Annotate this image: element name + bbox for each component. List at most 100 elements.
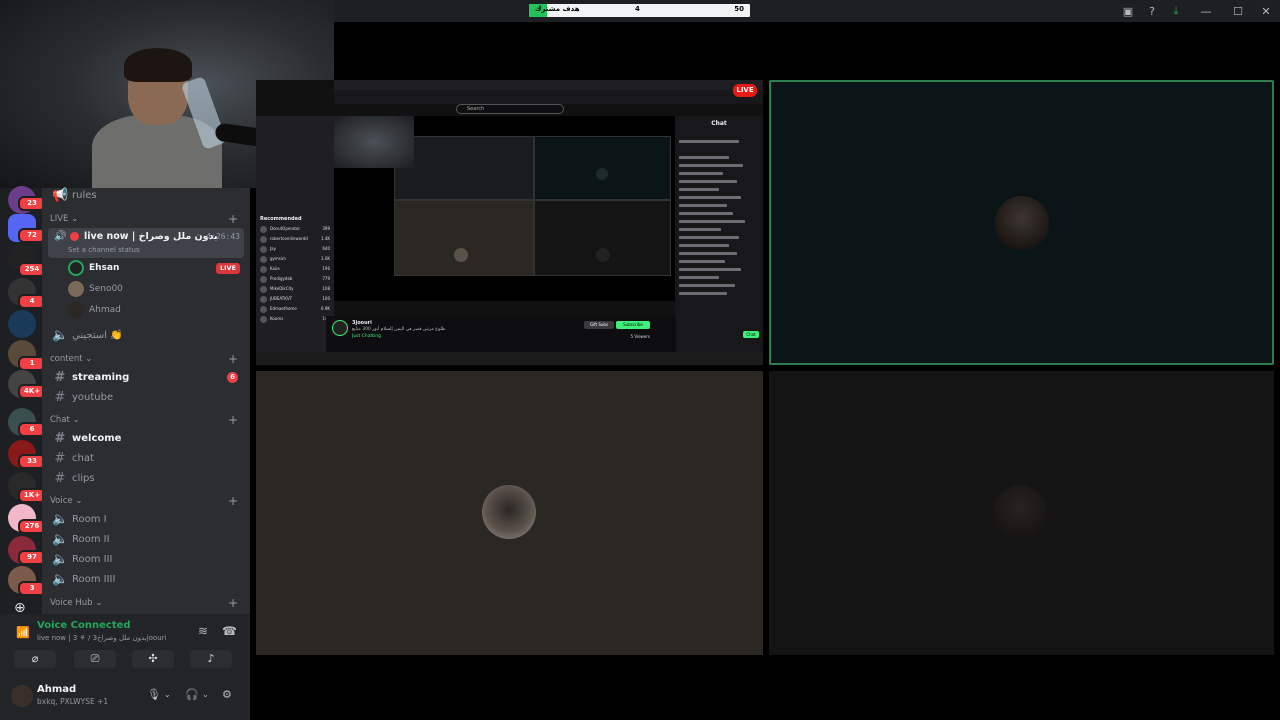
hash-icon: # (54, 389, 66, 405)
screen-share-icon[interactable]: ▣ (1116, 0, 1140, 22)
goal-target: 50 (734, 5, 744, 13)
channel-room-ii[interactable]: 🔈 Room II (48, 529, 244, 549)
speaker-icon: 🔈 (52, 327, 69, 343)
channel-label: welcome (72, 432, 122, 444)
recommended-item: JUBEATKVT 100 (260, 296, 330, 304)
speaker-icon: 🔈 (52, 511, 69, 527)
add-channel-icon[interactable]: + (228, 352, 238, 366)
avatar (482, 485, 536, 539)
chevron-down-icon[interactable]: ⌄ (202, 690, 209, 699)
category-label: LIVE (50, 214, 69, 224)
channel-clips[interactable]: # clips (48, 468, 244, 488)
category-chat[interactable]: Chat ⌄ + (50, 413, 244, 427)
user-name: Ahmad (37, 684, 77, 695)
soundboard-button[interactable]: ♪ (190, 650, 232, 668)
recommended-item: Edmaethome 6.9K (260, 306, 330, 314)
user-name: Ahmad (89, 305, 121, 315)
category-label: Chat (50, 415, 70, 425)
viewer-count: 5 Viewers (630, 334, 651, 339)
nested-webcam (334, 116, 414, 168)
microphone-icon[interactable]: 🎙 (147, 688, 161, 701)
noise-suppression-icon[interactable]: ≋ (198, 624, 208, 638)
category-voice-hub[interactable]: Voice Hub ⌄ + (50, 596, 244, 610)
channel-youtube[interactable]: # youtube (48, 387, 244, 407)
subscriber-goal-bar: هدف مشترك 4 50 (529, 4, 750, 17)
channel-rules[interactable]: 📢 rules (48, 185, 244, 205)
channel-room-i[interactable]: 🔈 Room I (48, 509, 244, 529)
add-channel-icon[interactable]: + (228, 413, 238, 427)
subscribe-button: Subscribe (616, 321, 650, 329)
avatar (68, 302, 84, 318)
screen-share-button[interactable]: ⎚ (74, 650, 116, 668)
activities-button[interactable]: ✣ (132, 650, 174, 668)
channel-live-now[interactable]: 🔊 live now | بدون ملل وصراخ 4:26:43 Set … (48, 228, 244, 258)
goal-label: هدف مشترك (535, 5, 580, 13)
voice-user-ahmad[interactable]: Ahmad (68, 301, 228, 319)
channel-streaming[interactable]: # streaming 6 (48, 367, 244, 387)
channel-room-iii[interactable]: 🔈 Room III (48, 549, 244, 569)
screen-share-tile[interactable]: Search LIVE Recommended DonutOperator 399… (256, 80, 763, 365)
add-channel-icon[interactable]: + (228, 212, 238, 226)
category-label: Voice Hub (50, 598, 93, 608)
channel-status-input[interactable]: Set a channel status (68, 246, 140, 254)
user-name: Seno00 (89, 284, 123, 294)
live-badge: LIVE (216, 263, 240, 274)
category-voice[interactable]: Voice ⌄ + (50, 494, 244, 508)
voice-connected-panel: 📶 Voice Connected live now | 3 ⚘ / بدون … (0, 614, 250, 678)
channel-label: chat (72, 452, 94, 464)
add-channel-icon[interactable]: + (228, 494, 238, 508)
channel-welcome[interactable]: # welcome (48, 428, 244, 448)
participant-tile-speaking[interactable] (769, 80, 1274, 365)
voice-status-subtitle[interactable]: live now | 3 ⚘ / بدون ملل وصراخ3joouri (37, 634, 166, 642)
gear-icon[interactable]: ⚙ (222, 688, 232, 701)
maximize-icon[interactable]: ☐ (1224, 0, 1252, 22)
voice-status-title[interactable]: Voice Connected (37, 620, 131, 631)
avatar (68, 281, 84, 297)
channel-chat[interactable]: # chat (48, 448, 244, 468)
stream-info-bar: 3joouri طلوع مرتين قصر في اليمن إلسلام أ… (326, 316, 676, 352)
voice-user-seno00[interactable]: Seno00 (68, 280, 228, 298)
call-timer: 4:26:43 (206, 232, 240, 241)
category-live[interactable]: LIVE ⌄ + (50, 212, 244, 226)
speaker-icon: 🔈 (52, 531, 69, 547)
server-icon[interactable] (8, 310, 36, 338)
recommended-item: gymsim 1.0K (260, 256, 330, 264)
chevron-down-icon[interactable]: ⌄ (164, 690, 171, 699)
user-panel: Ahmad bxkq, PXLWYSE +1 🎙 ⌄ 🎧 ⌄ ⚙ (0, 678, 250, 720)
voice-user-ehsan[interactable]: Ehsan (68, 259, 228, 277)
disconnect-icon[interactable]: ☎ (222, 624, 237, 638)
hash-icon: # (54, 369, 66, 385)
user-activity-status: bxkq, PXLWYSE +1 (37, 697, 109, 706)
stream-category: Just Chatting (352, 334, 381, 339)
recommended-item: Kaiie 196 (260, 266, 330, 274)
avatar (68, 260, 84, 276)
chat-send-button: Chat (743, 331, 759, 338)
hash-icon: # (54, 430, 66, 446)
category-content[interactable]: content ⌄ + (50, 352, 244, 366)
participant-tile[interactable] (256, 371, 763, 655)
speaker-icon: 🔈 (52, 551, 69, 567)
channel-label: Room I (72, 513, 107, 525)
camera-toggle-button[interactable]: ⌀ (14, 650, 56, 668)
channel-label: Room III (72, 553, 113, 565)
headphones-icon[interactable]: 🎧 (185, 688, 199, 701)
recommended-title: Recommended (260, 216, 302, 222)
discord-stream-view: هدف مشترك 4 50 ▣ ? ⤓ — ☐ ✕ 23 72 254 4 1 (0, 0, 1280, 720)
minimize-icon[interactable]: — (1188, 0, 1224, 22)
channel-afk[interactable]: 🔈 استجيني 👏 (48, 325, 244, 345)
channel-label: rules (72, 189, 97, 201)
avatar[interactable] (11, 685, 33, 707)
participant-tile[interactable] (769, 371, 1274, 655)
channel-label: استجيني 👏 (72, 329, 123, 341)
close-icon[interactable]: ✕ (1252, 0, 1280, 22)
download-icon[interactable]: ⤓ (1164, 0, 1188, 22)
help-icon[interactable]: ? (1140, 0, 1164, 22)
avatar (995, 196, 1049, 250)
add-channel-icon[interactable]: + (228, 596, 238, 610)
goal-current: 4 (635, 5, 640, 13)
speaker-icon: 🔊 (54, 231, 67, 242)
recommended-item: Kooms140 (260, 316, 330, 324)
signal-icon[interactable]: 📶 (16, 626, 30, 639)
recommended-sidebar: Recommended DonutOperator 399 robertoveil… (256, 116, 334, 352)
channel-room-iiii[interactable]: 🔈 Room IIII (48, 569, 244, 589)
